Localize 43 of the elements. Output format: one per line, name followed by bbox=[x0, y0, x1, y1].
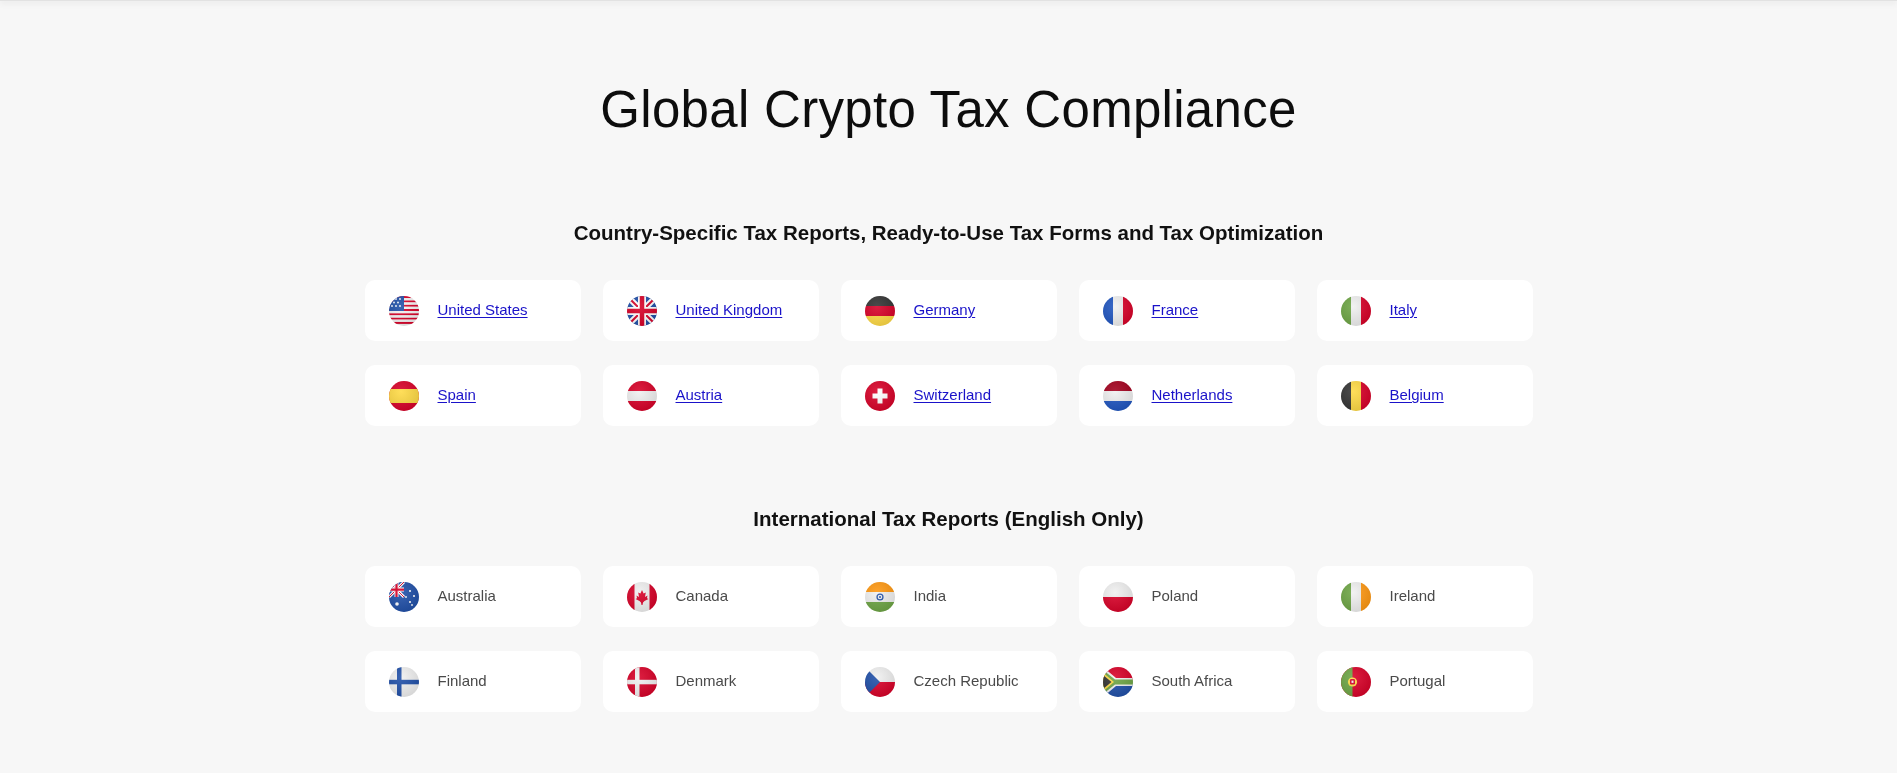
country-name: Portugal bbox=[1389, 671, 1446, 692]
italy-flag-icon bbox=[1340, 295, 1371, 326]
australia-flag-icon bbox=[388, 581, 419, 612]
germany-flag-icon bbox=[864, 295, 895, 326]
country-name: Ireland bbox=[1389, 586, 1436, 607]
country-link[interactable]: United Kingdom bbox=[675, 299, 783, 322]
country-link[interactable]: Netherlands bbox=[1151, 384, 1233, 407]
uk-flag-icon bbox=[626, 295, 657, 326]
czech-flag-icon bbox=[864, 666, 895, 697]
south-africa-flag-icon bbox=[1102, 666, 1133, 697]
denmark-flag-icon bbox=[626, 666, 657, 697]
country-name: Canada bbox=[675, 586, 729, 607]
country-link[interactable]: United States bbox=[437, 299, 528, 322]
country-link[interactable]: Austria bbox=[675, 384, 723, 407]
country-name: Denmark bbox=[675, 671, 737, 692]
portugal-flag-icon bbox=[1340, 666, 1371, 697]
country-name: Australia bbox=[437, 586, 496, 607]
poland-flag-icon bbox=[1102, 581, 1133, 612]
country-link[interactable]: Belgium bbox=[1389, 384, 1444, 407]
country-name: South Africa bbox=[1151, 671, 1233, 692]
country-name: Czech Republic bbox=[913, 671, 1019, 692]
country-link[interactable]: France bbox=[1151, 299, 1199, 322]
country-link[interactable]: Germany bbox=[913, 299, 976, 322]
country-name: Poland bbox=[1151, 586, 1199, 607]
france-flag-icon bbox=[1102, 295, 1133, 326]
ireland-flag-icon bbox=[1340, 581, 1371, 612]
section-heading: Country-Specific Tax Reports, Ready-to-Use Tax Forms and Tax Optimization bbox=[573, 220, 1324, 245]
page-title: Global Crypto Tax Compliance bbox=[600, 81, 1297, 139]
canada-flag-icon bbox=[626, 581, 657, 612]
country-link[interactable]: Spain bbox=[437, 384, 476, 407]
india-flag-icon bbox=[864, 581, 895, 612]
country-name: Finland bbox=[437, 671, 487, 692]
spain-flag-icon bbox=[388, 380, 419, 411]
finland-flag-icon bbox=[388, 666, 419, 697]
usa-flag-icon bbox=[388, 295, 419, 326]
netherlands-flag-icon bbox=[1102, 380, 1133, 411]
austria-flag-icon bbox=[626, 380, 657, 411]
section-heading: International Tax Reports (English Only) bbox=[753, 506, 1144, 531]
country-link[interactable]: Italy bbox=[1389, 299, 1417, 322]
country-name: India bbox=[913, 586, 947, 607]
country-link[interactable]: Switzerland bbox=[913, 384, 992, 407]
belgium-flag-icon bbox=[1340, 380, 1371, 411]
switzerland-flag-icon bbox=[864, 380, 895, 411]
